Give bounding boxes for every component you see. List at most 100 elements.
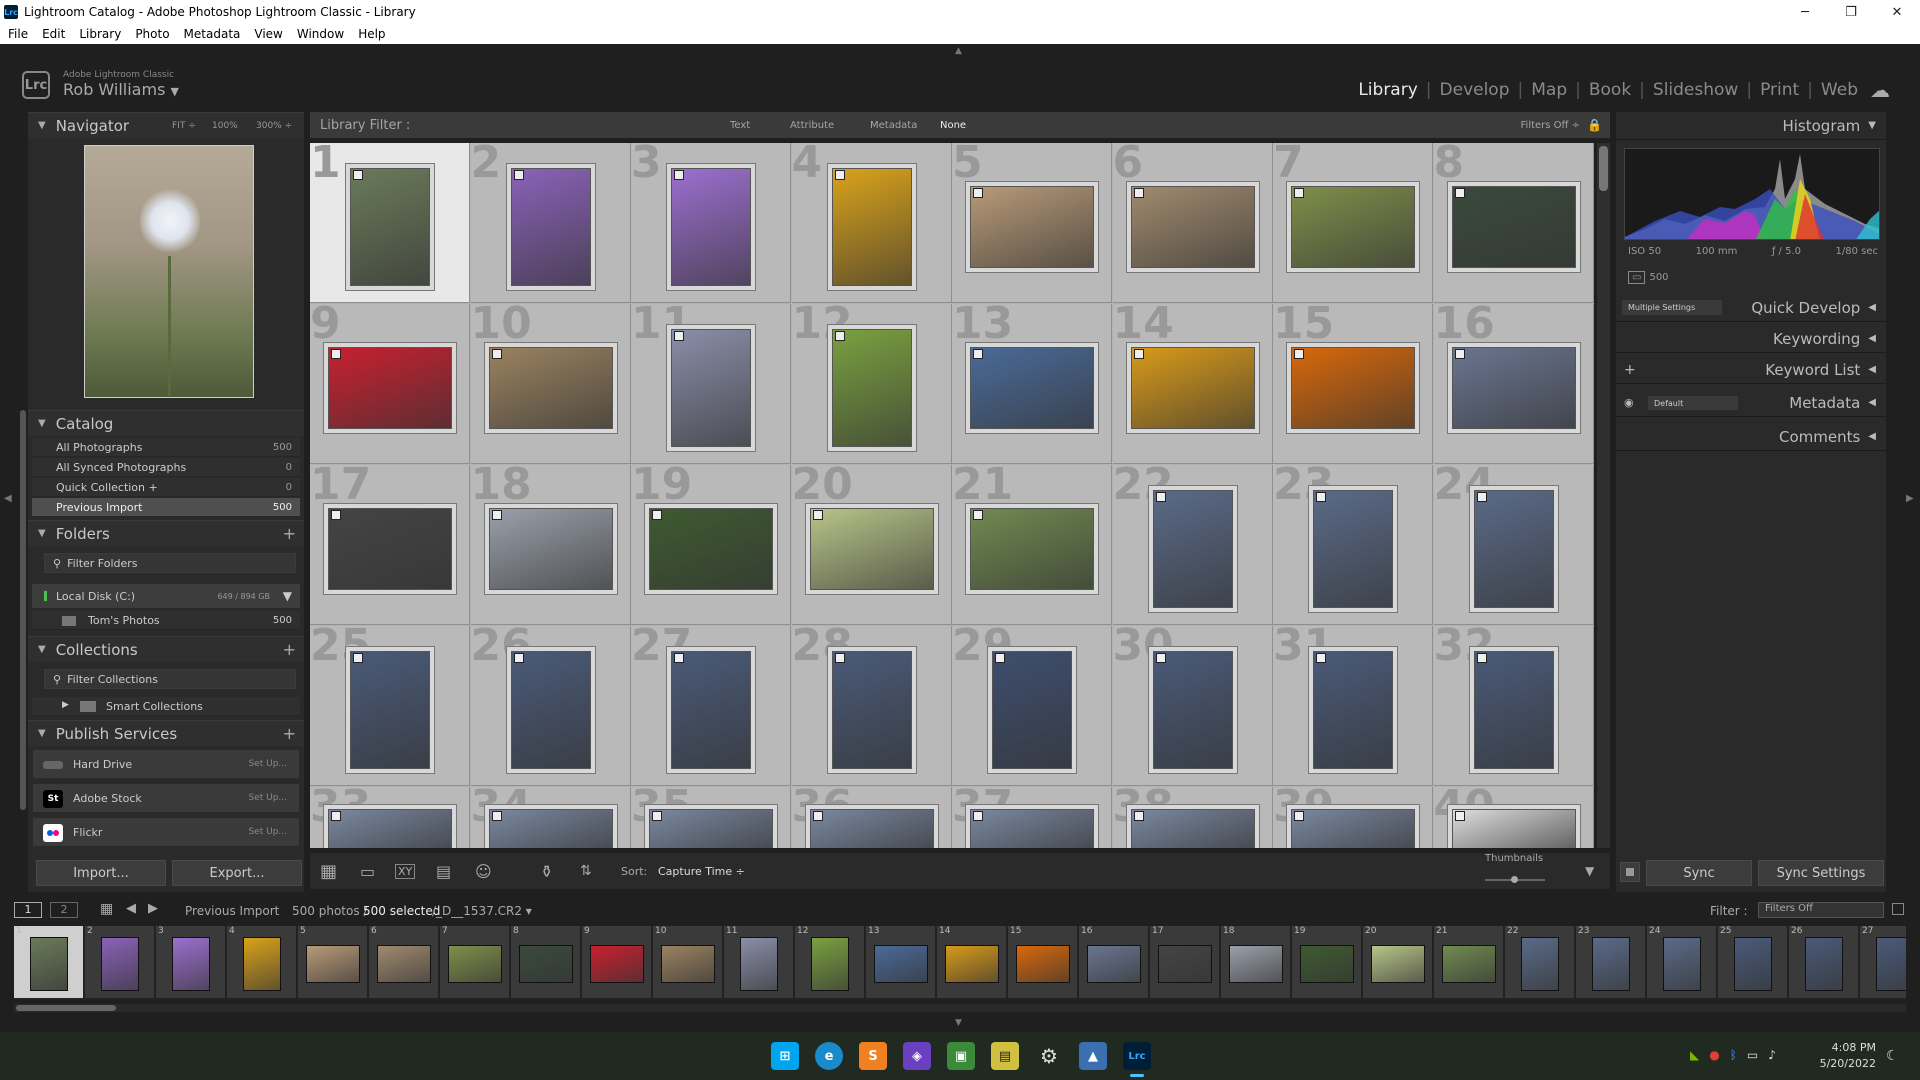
filmstrip-thumb[interactable]: 21 xyxy=(1434,926,1504,998)
filmstrip-thumb[interactable]: 9 xyxy=(582,926,652,998)
filter-preset-dropdown[interactable]: Filters Off ÷ xyxy=(1521,120,1580,131)
module-web[interactable]: Web xyxy=(1821,80,1858,100)
sync-badge-icon[interactable] xyxy=(1316,653,1326,663)
module-map[interactable]: Map xyxy=(1531,80,1567,100)
setup-adobe-stock[interactable]: Set Up... xyxy=(248,793,287,803)
module-develop[interactable]: Develop xyxy=(1440,80,1510,100)
filmstrip-thumb[interactable]: 17 xyxy=(1150,926,1220,998)
network-icon[interactable]: ▭ xyxy=(1747,1048,1758,1062)
publish-hard-drive[interactable]: Hard Drive Set Up... xyxy=(32,749,300,779)
menu-photo[interactable]: Photo xyxy=(135,27,169,41)
sync-badge-icon[interactable] xyxy=(353,653,363,663)
grid-cell[interactable]: 3 xyxy=(631,143,791,303)
sync-badge-icon[interactable] xyxy=(1476,492,1487,502)
photo-thumbnail[interactable] xyxy=(1291,347,1415,429)
menu-metadata[interactable]: Metadata xyxy=(184,27,241,41)
app-icon-purple[interactable]: ◈ xyxy=(903,1042,931,1070)
navigator-preview[interactable] xyxy=(84,145,254,398)
grid-cell[interactable]: 19 xyxy=(631,459,791,625)
photo-thumbnail[interactable] xyxy=(809,508,934,590)
sync-badge-icon[interactable] xyxy=(1316,492,1326,502)
sync-badge-icon[interactable] xyxy=(973,349,983,359)
filmstrip-source[interactable]: Previous Import xyxy=(185,904,279,918)
lock-icon[interactable]: 🔒 xyxy=(1587,118,1602,132)
selected-filename[interactable]: /_D__1537.CR2 ▾ xyxy=(432,904,532,918)
grid-cell[interactable]: 10 xyxy=(470,298,631,464)
grid-cell[interactable]: 37 xyxy=(952,781,1112,848)
sync-badge-icon[interactable] xyxy=(674,653,684,663)
catalog-item-quick-collection[interactable]: Quick Collection +0 xyxy=(32,478,300,497)
grid-cell[interactable]: 30 xyxy=(1112,620,1273,786)
sync-badge-icon[interactable] xyxy=(995,653,1005,663)
photo-thumbnail[interactable] xyxy=(488,508,613,590)
filmstrip-thumb[interactable]: 2 xyxy=(85,926,155,998)
filter-tab-none[interactable]: None xyxy=(940,120,966,131)
menu-edit[interactable]: Edit xyxy=(42,27,65,41)
filter-tab-text[interactable]: Text xyxy=(730,120,750,131)
collections-header[interactable]: ▼ Collections + xyxy=(28,636,304,662)
photo-thumbnail[interactable] xyxy=(1152,651,1233,769)
grid-cell[interactable]: 11 xyxy=(631,298,791,464)
zoom-100[interactable]: 100% xyxy=(212,121,238,131)
photo-thumbnail[interactable] xyxy=(671,329,751,447)
module-library[interactable]: Library xyxy=(1358,80,1417,100)
sync-badge-icon[interactable] xyxy=(973,510,983,520)
sync-badge-icon[interactable] xyxy=(491,811,502,821)
photo-thumbnail[interactable] xyxy=(671,168,751,286)
system-clock[interactable]: 4:08 PM 5/20/2022 xyxy=(1820,1040,1876,1072)
add-folder-icon[interactable]: + xyxy=(283,524,296,543)
people-view-icon[interactable]: ☺ xyxy=(475,862,492,881)
photo-thumbnail[interactable] xyxy=(970,347,1094,429)
photo-thumbnail[interactable] xyxy=(649,809,773,848)
grid-cell[interactable]: 22 xyxy=(1112,459,1273,625)
catalog-header[interactable]: ▼ Catalog xyxy=(28,410,304,436)
add-collection-icon[interactable]: + xyxy=(283,640,296,659)
add-publish-icon[interactable]: + xyxy=(283,724,296,743)
grid-cell[interactable]: 15 xyxy=(1273,298,1433,464)
cloud-icon[interactable]: ☁ xyxy=(1870,78,1890,102)
filmstrip-thumb[interactable]: 18 xyxy=(1221,926,1291,998)
survey-view-icon[interactable]: ▤ xyxy=(436,862,451,881)
grid-cell[interactable]: 7 xyxy=(1273,143,1433,303)
sort-dropdown[interactable]: Capture Time ÷ xyxy=(658,865,745,878)
menu-file[interactable]: File xyxy=(8,27,28,41)
sync-badge-icon[interactable] xyxy=(812,510,823,520)
photo-thumbnail[interactable] xyxy=(992,651,1072,769)
user-name[interactable]: Rob Williams ▼ xyxy=(63,80,179,99)
sync-badge-icon[interactable] xyxy=(491,510,502,520)
grid-cell[interactable]: 16 xyxy=(1433,298,1594,464)
close-button[interactable]: ✕ xyxy=(1874,0,1920,24)
filter-tab-attribute[interactable]: Attribute xyxy=(790,120,834,131)
grid-view-icon[interactable]: ▦ xyxy=(320,861,337,882)
module-slideshow[interactable]: Slideshow xyxy=(1653,80,1738,100)
photo-thumbnail[interactable] xyxy=(649,508,773,590)
grid-cell[interactable]: 1 xyxy=(310,143,470,303)
sync-badge-icon[interactable] xyxy=(834,331,845,341)
navigator-header[interactable]: ▼ Navigator FIT ÷ 100% 300% ÷ xyxy=(28,112,304,138)
catalog-item-all-photographs[interactable]: All Photographs 500 xyxy=(32,438,300,457)
grid-cell[interactable]: 40 xyxy=(1433,781,1594,848)
bluetooth-icon[interactable]: ᛒ xyxy=(1730,1048,1737,1062)
module-book[interactable]: Book xyxy=(1589,80,1631,100)
filmstrip-thumb[interactable]: 19 xyxy=(1292,926,1362,998)
sync-badge-icon[interactable] xyxy=(1133,811,1144,821)
module-print[interactable]: Print xyxy=(1760,80,1799,100)
histogram-chart[interactable] xyxy=(1624,148,1880,240)
sync-badge-icon[interactable] xyxy=(513,170,524,180)
grid-cell[interactable]: 14 xyxy=(1112,298,1273,464)
back-arrow-icon[interactable]: ◀ xyxy=(126,901,136,916)
sync-badge-icon[interactable] xyxy=(834,170,845,180)
zoom-300[interactable]: 300% ÷ xyxy=(256,121,292,131)
grid-cell[interactable]: 28 xyxy=(791,620,952,786)
photo-thumbnail[interactable] xyxy=(1152,490,1233,608)
filter-folders-input[interactable]: ⚲ Filter Folders xyxy=(44,553,296,573)
settings-icon[interactable]: ⚙ xyxy=(1035,1042,1063,1070)
zoom-fit[interactable]: FIT ÷ xyxy=(172,121,196,131)
grid-cell[interactable]: 32 xyxy=(1433,620,1594,786)
filmstrip-thumb[interactable]: 13 xyxy=(866,926,936,998)
sync-badge-icon[interactable] xyxy=(973,188,983,198)
grid-icon[interactable]: ▦ xyxy=(100,901,113,917)
grid-cell[interactable]: 6 xyxy=(1112,143,1273,303)
app-icon-yellow[interactable]: ▤ xyxy=(991,1042,1019,1070)
photo-thumbnail[interactable] xyxy=(1473,490,1554,608)
